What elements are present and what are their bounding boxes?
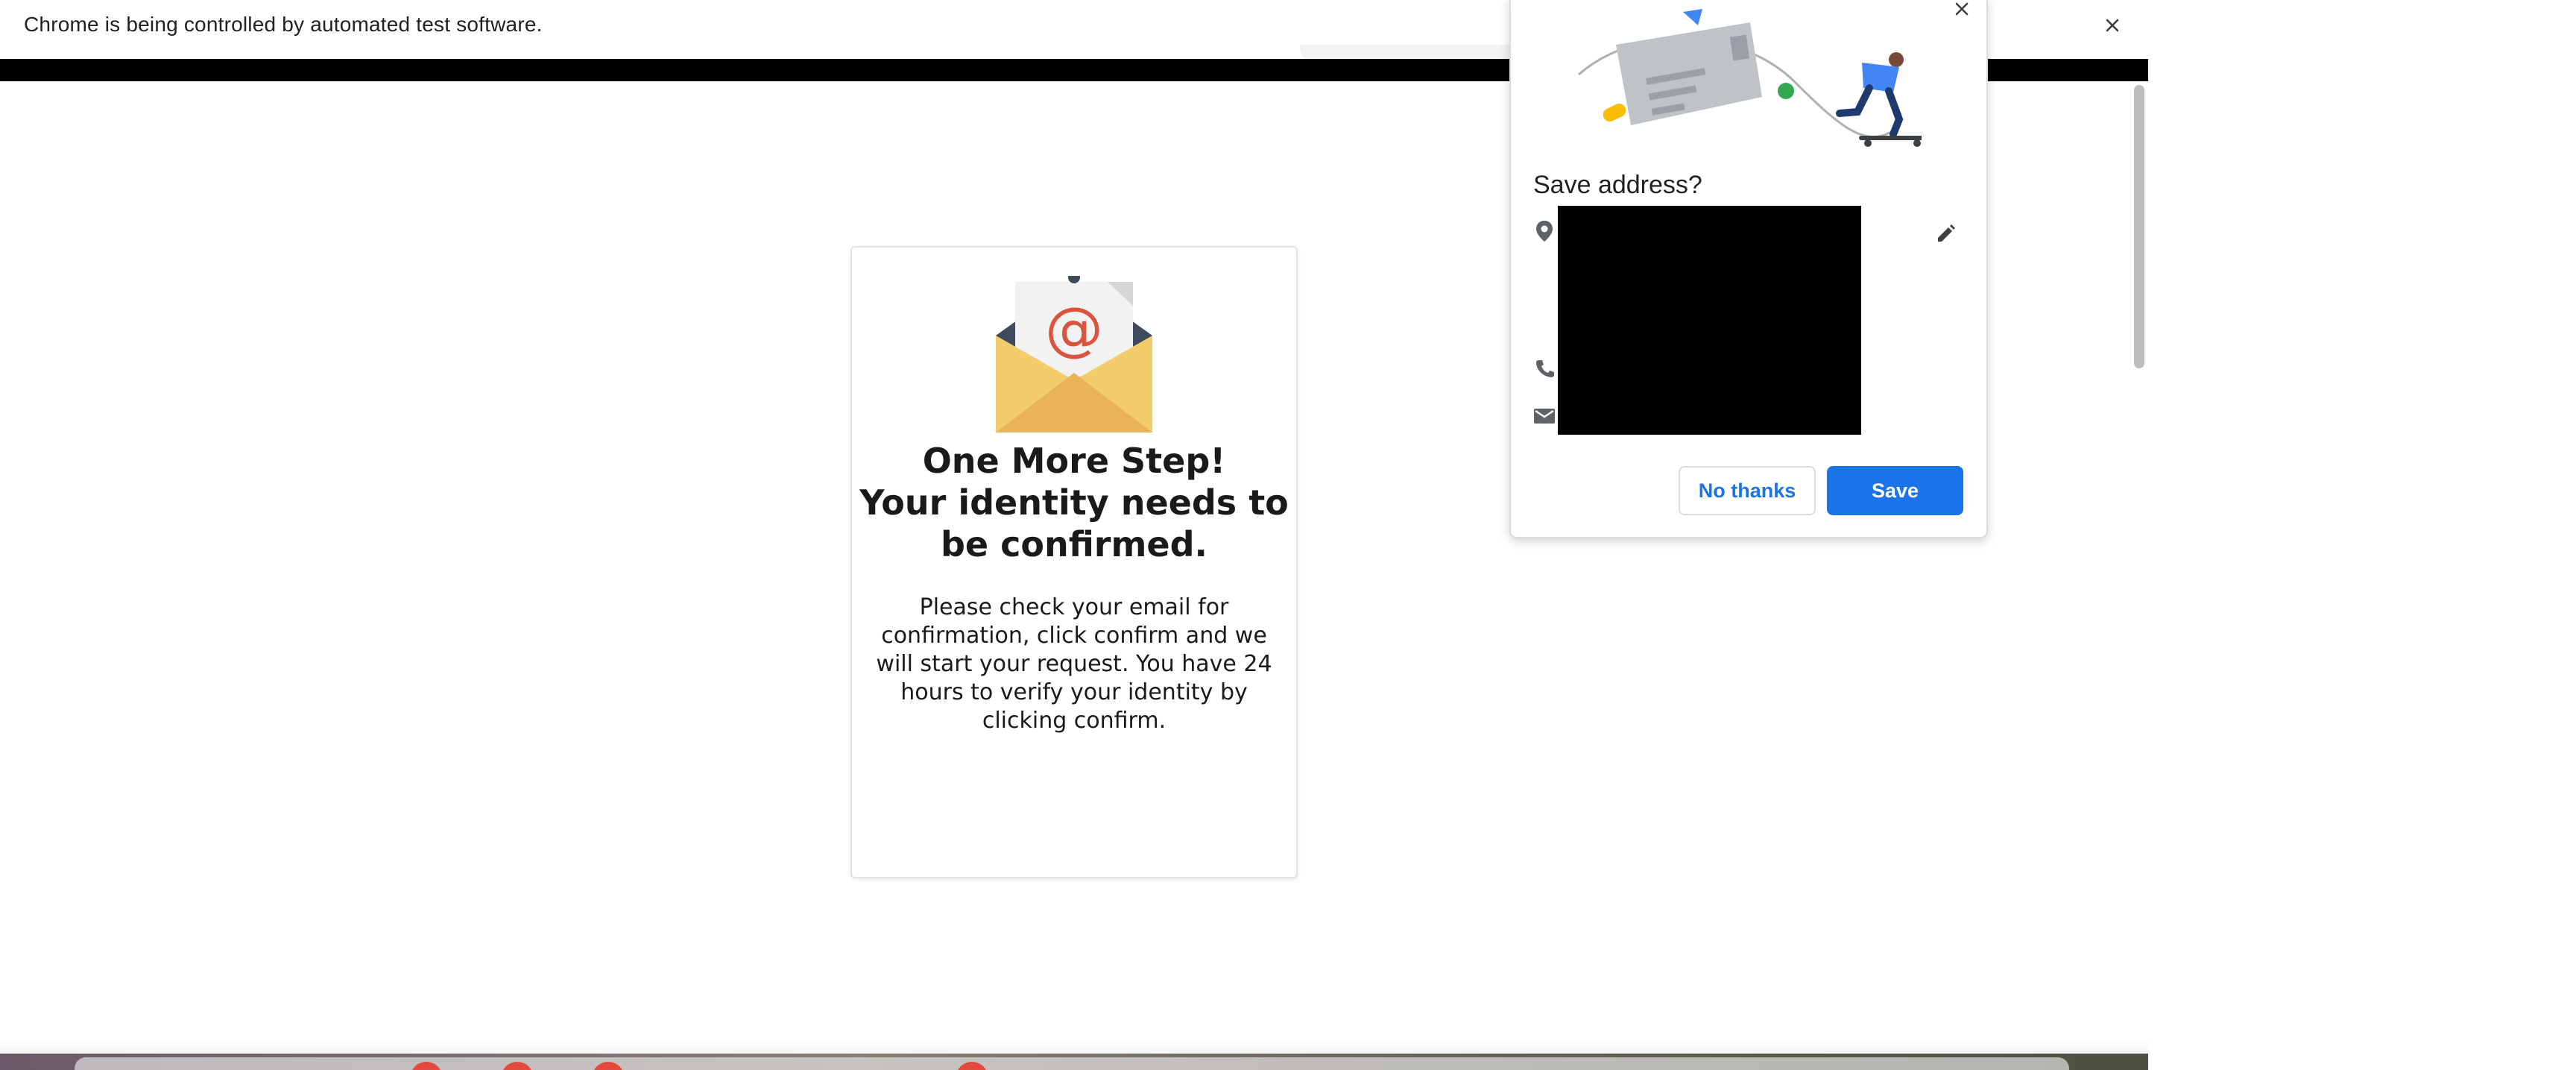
svg-text:@: @ [1045, 296, 1103, 363]
scrollbar-thumb[interactable] [2134, 85, 2144, 368]
location-pin-icon [1532, 219, 1556, 243]
redacted-address-details [1558, 206, 1861, 435]
email-envelope-icon: @ [996, 271, 1152, 432]
page-heading: One More Step! Your identity needs to be… [850, 440, 1298, 565]
screen: Chrome is being controlled by automated … [0, 0, 2576, 1070]
mail-icon [1532, 404, 1556, 428]
heading-line-2: Your identity needs to be confirmed. [859, 482, 1289, 564]
screen-background [2148, 0, 2576, 1070]
infobar-message: Chrome is being controlled by automated … [24, 13, 543, 36]
no-thanks-button[interactable]: No thanks [1679, 466, 1816, 515]
dock [75, 1057, 2069, 1070]
bubble-title: Save address? [1533, 171, 1702, 199]
save-button[interactable]: Save [1827, 466, 1963, 515]
heading-line-1: One More Step! [922, 441, 1226, 481]
close-icon[interactable] [2097, 10, 2127, 40]
delivery-illustration [1571, 0, 1926, 153]
window-bottom-edge [0, 1040, 2148, 1054]
phone-icon [1532, 356, 1556, 380]
instructions-text: Please check your email for confirmation… [876, 594, 1272, 734]
close-icon[interactable] [1948, 0, 1975, 18]
edit-pencil-icon[interactable] [1931, 219, 1960, 249]
